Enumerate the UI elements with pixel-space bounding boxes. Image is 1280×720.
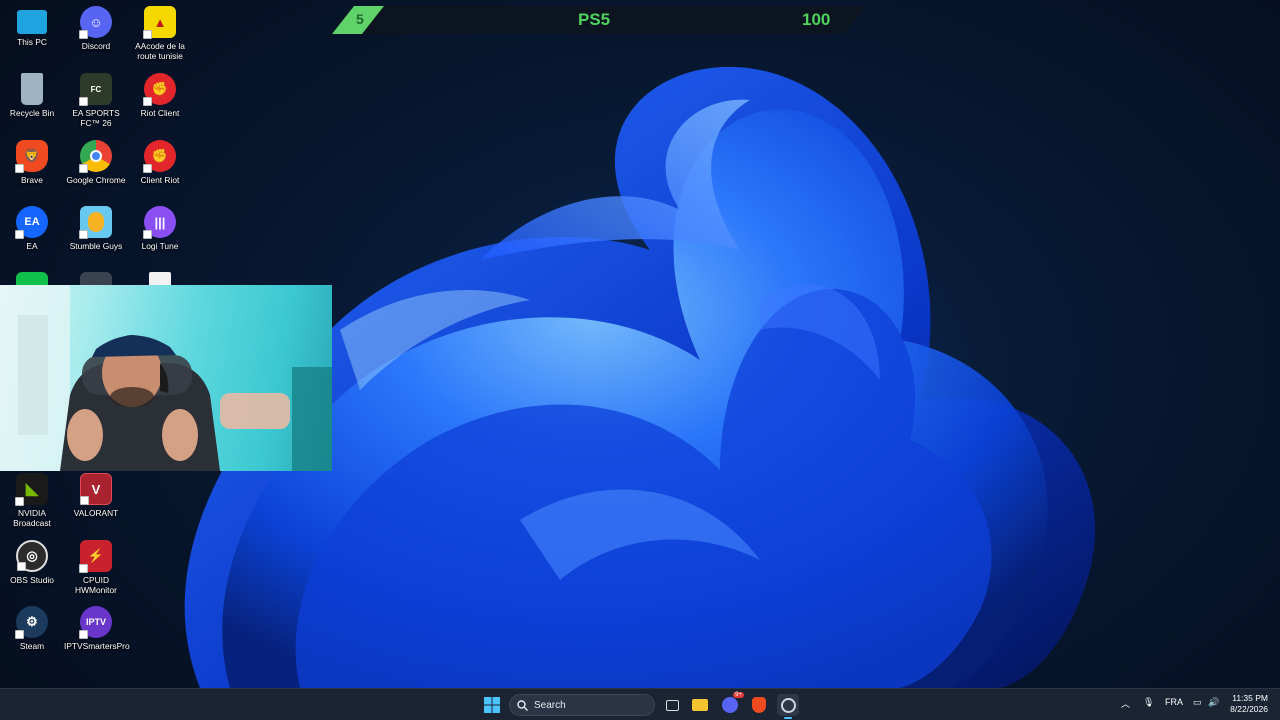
desktop-icon-label: Recycle Bin: [9, 108, 55, 118]
desktop-icon-label: Logi Tune: [141, 241, 179, 251]
taskbar-discord[interactable]: 9+: [719, 692, 744, 716]
score-value: 100: [802, 10, 831, 29]
microphone-icon[interactable]: 🎙: [1143, 697, 1154, 708]
brave-icon: [752, 697, 766, 713]
desktop-icon-client-riot[interactable]: ✊ Client Riot: [128, 140, 192, 185]
taskbar-brave[interactable]: [748, 694, 770, 716]
desktop-icon-this-pc[interactable]: This PC: [0, 6, 64, 47]
show-hidden-icons-button[interactable]: ︿: [1121, 697, 1130, 710]
taskbar: Search 9+ ︿ 🎙 FRA ▭ 🔊 11:35 PM 8/22/2026: [0, 688, 1280, 720]
taskbar-file-explorer[interactable]: [689, 694, 711, 716]
desktop-icon-google-chrome[interactable]: Google Chrome: [64, 140, 128, 185]
stumble-guys-icon: [79, 206, 112, 239]
discord-icon: ☺: [79, 6, 112, 39]
notification-badge: 9+: [733, 692, 744, 698]
language-indicator[interactable]: FRA: [1165, 697, 1183, 707]
desktop-icon-discord[interactable]: ☺ Discord: [64, 6, 128, 51]
desktop-icon-label: CPUID HWMonitor: [75, 575, 117, 595]
desktop-icon-label: OBS Studio: [10, 575, 54, 585]
riot-icon: ✊: [143, 73, 176, 106]
brave-icon: 🦁: [15, 140, 48, 173]
volume-icon[interactable]: 🔊: [1208, 697, 1219, 708]
car-app-icon: ▲: [143, 6, 176, 39]
webcam-overlay: [0, 285, 332, 471]
desktop-icon-label: EA SPORTS FC™ 26: [72, 108, 120, 128]
desktop-icon-ea-sports-fc[interactable]: FC EA SPORTS FC™ 26: [64, 73, 128, 128]
score-number: 5: [356, 11, 364, 27]
desktop-icon-label: This PC: [17, 37, 47, 47]
desktop-icon-label: Riot Client: [140, 108, 180, 118]
desktop-icon-iptv-smarters[interactable]: IPTV IPTVSmartersPro: [64, 606, 130, 651]
desktop-icon-label: AAcode de la route tunisie: [135, 41, 185, 61]
clock-time: 11:35 PM: [1232, 693, 1268, 703]
desktop-icon-label: IPTVSmartersPro: [64, 641, 130, 651]
clock[interactable]: 11:35 PM 8/22/2026: [1230, 693, 1268, 715]
start-button[interactable]: [481, 694, 503, 716]
monitor-icon: [17, 10, 47, 34]
taskbar-search[interactable]: Search: [509, 694, 655, 716]
desktop-icon-label: EA: [26, 241, 38, 251]
folder-icon: [692, 699, 708, 711]
desktop-icon-ea[interactable]: EA EA: [0, 206, 64, 251]
desktop-icon-label: Discord: [81, 41, 111, 51]
desktop-icon-label: NVIDIA Broadcast: [13, 508, 51, 528]
app-icon: [780, 697, 796, 713]
steam-icon: ⚙: [15, 606, 48, 639]
desktop-icon-brave[interactable]: 🦁 Brave: [0, 140, 64, 185]
desktop-icon-label: Google Chrome: [66, 175, 126, 185]
desktop-icon-riot-client[interactable]: ✊ Riot Client: [128, 73, 192, 118]
desktop-icon-obs-studio[interactable]: ◎ OBS Studio: [0, 540, 64, 585]
desktop-icon-label: Steam: [19, 641, 45, 651]
discord-icon: [722, 697, 738, 713]
clock-date: 8/22/2026: [1230, 704, 1268, 714]
iptv-icon: IPTV: [79, 606, 112, 639]
desktop-icon-label: VALORANT: [73, 508, 119, 518]
desktop-icon-hwmonitor[interactable]: ⚡ CPUID HWMonitor: [64, 540, 128, 595]
desktop-icon-label: Stumble Guys: [69, 241, 123, 251]
hwmonitor-icon: ⚡: [79, 540, 112, 573]
score-title: PS5: [578, 10, 611, 29]
network-icon[interactable]: ▭: [1193, 697, 1202, 708]
logi-tune-icon: |||: [143, 206, 176, 239]
task-view-button[interactable]: [661, 694, 683, 716]
taskbar-active-app[interactable]: [777, 694, 799, 719]
riot-icon: ✊: [143, 140, 176, 173]
desktop-icon-label: Brave: [21, 175, 43, 185]
obs-icon: ◎: [16, 540, 48, 572]
webcam-feed: [0, 285, 332, 471]
search-placeholder: Search: [534, 700, 566, 711]
desktop[interactable]: 5 PS5 100 This PC ☺ Discord ▲ AAcode de …: [0, 0, 1280, 688]
desktop-icon-code-route[interactable]: ▲ AAcode de la route tunisie: [128, 6, 192, 61]
recycle-bin-icon: [21, 73, 43, 105]
desktop-icon-recycle-bin[interactable]: Recycle Bin: [0, 73, 64, 118]
chrome-icon: [79, 140, 112, 173]
desktop-icon-steam[interactable]: ⚙ Steam: [0, 606, 64, 651]
desktop-icon-logi-tune[interactable]: ||| Logi Tune: [128, 206, 192, 251]
active-indicator: [784, 717, 792, 719]
ea-fc-icon: FC: [79, 73, 112, 106]
windows-icon: [484, 697, 500, 713]
desktop-icon-nvidia-broadcast[interactable]: ◣ NVIDIA Broadcast: [0, 473, 64, 528]
desktop-icon-label: Client Riot: [140, 175, 180, 185]
desktop-icon-stumble-guys[interactable]: Stumble Guys: [64, 206, 128, 251]
valorant-icon: V: [80, 473, 112, 505]
ea-icon: EA: [15, 206, 48, 239]
nvidia-icon: ◣: [15, 473, 48, 506]
task-view-icon: [665, 699, 679, 711]
search-icon: [517, 700, 528, 711]
desktop-icon-valorant[interactable]: V VALORANT: [64, 473, 128, 518]
